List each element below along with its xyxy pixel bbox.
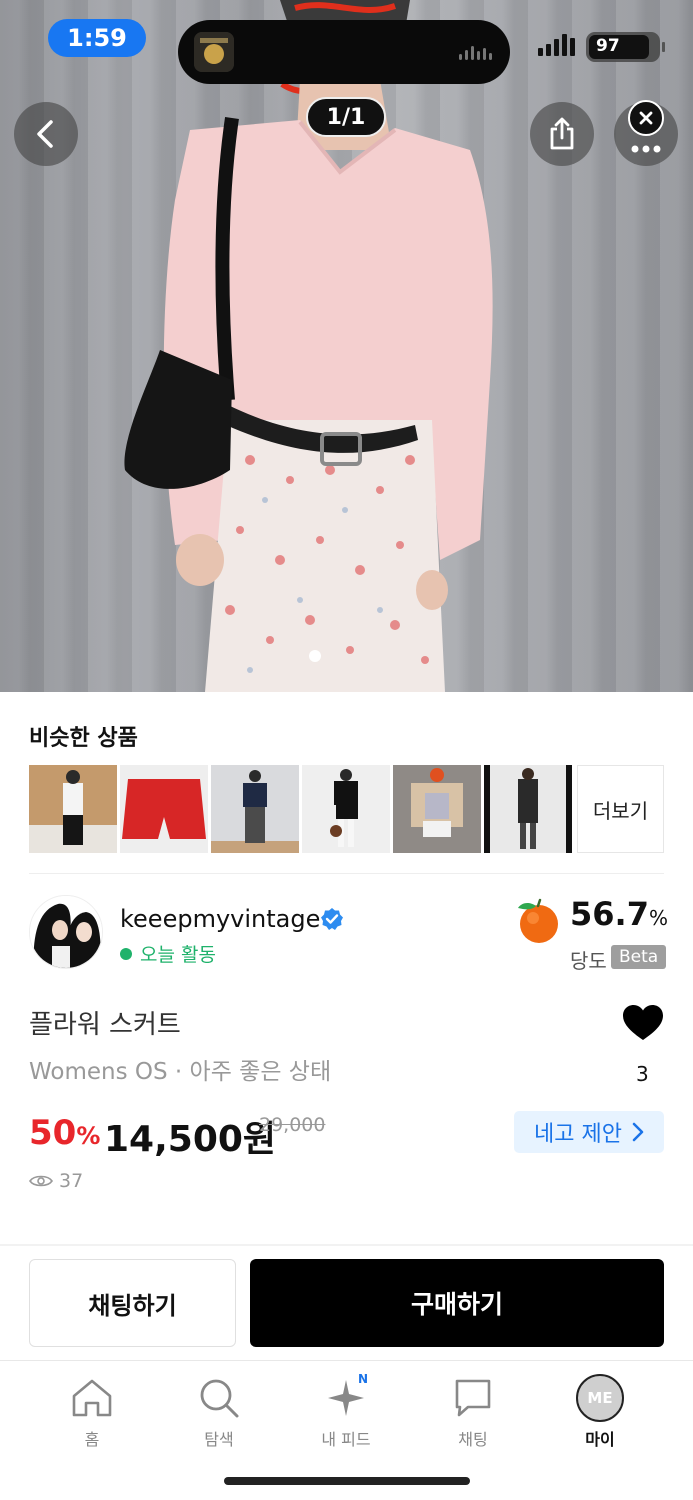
back-button[interactable] (14, 102, 78, 166)
close-icon (639, 111, 653, 125)
seller-rating: 56.7% (570, 895, 668, 933)
chat-icon (455, 1379, 491, 1417)
similar-item-3[interactable] (211, 765, 299, 853)
discount-value: 50 (29, 1113, 77, 1153)
make-offer-button[interactable]: 네고 제안 (514, 1111, 664, 1153)
back-icon (37, 120, 53, 148)
battery-percent: 97 (596, 36, 620, 56)
status-time: 1:59 (48, 19, 146, 57)
seller-activity: 오늘 활동 (120, 940, 216, 967)
seller-name[interactable]: keeepmyvintage (120, 905, 320, 933)
audio-wave-icon (459, 44, 492, 60)
tabbar-divider (0, 1360, 693, 1361)
tab-search-label: 탐색 (204, 1430, 234, 1449)
tab-home[interactable]: 홈 (44, 1374, 140, 1454)
similar-item-5[interactable] (393, 765, 481, 853)
tab-feed[interactable]: N 내 피드 (298, 1372, 394, 1454)
like-button[interactable] (622, 1004, 664, 1042)
home-icon (72, 1379, 112, 1417)
rating-value: 56.7 (570, 895, 649, 933)
dynamic-island (178, 20, 510, 84)
similar-more-button[interactable]: 더보기 (577, 765, 664, 853)
activity-dot-icon (120, 947, 132, 960)
close-button[interactable] (628, 100, 664, 136)
product-meta: Womens OS · 아주 좋은 상태 (29, 1059, 332, 1085)
home-indicator[interactable] (224, 1477, 470, 1485)
verified-icon (321, 908, 343, 930)
similar-item-2[interactable] (120, 765, 208, 853)
product-photo[interactable]: 1:59 97 1/1 (0, 0, 693, 692)
section-divider (29, 873, 664, 874)
rating-unit: % (648, 906, 668, 930)
feed-new-badge: N (358, 1372, 369, 1386)
share-button[interactable] (530, 102, 594, 166)
tab-home-label: 홈 (84, 1430, 100, 1449)
chat-button[interactable]: 채팅하기 (29, 1259, 236, 1347)
similar-items-title: 비슷한 상품 (29, 726, 138, 751)
cellular-signal-icon (538, 34, 575, 56)
tab-my[interactable]: ME 마이 (552, 1374, 648, 1454)
discount-rate: 50% (29, 1113, 100, 1153)
similar-items-list (29, 765, 572, 853)
fruit-icon (518, 898, 558, 943)
tab-chat[interactable]: 채팅 (425, 1374, 521, 1454)
more-icon (631, 145, 661, 153)
similar-item-6[interactable] (484, 765, 572, 853)
like-count: 3 (636, 1062, 649, 1086)
tab-my-label: 마이 (585, 1430, 615, 1449)
offer-label: 네고 제안 (534, 1122, 622, 1147)
tab-feed-label: 내 피드 (321, 1430, 371, 1449)
product-title: 플라워 스커트 (29, 1010, 181, 1040)
heart-icon (623, 1005, 663, 1040)
carousel-indicator-dot (309, 650, 321, 662)
similar-item-4[interactable] (302, 765, 390, 853)
beta-badge: Beta (611, 945, 667, 969)
activity-label: 오늘 활동 (140, 944, 216, 966)
now-playing-artwork (194, 32, 234, 72)
rating-label: 당도 (570, 949, 607, 973)
search-icon (200, 1379, 239, 1418)
buy-button[interactable]: 구매하기 (250, 1259, 664, 1347)
discount-unit: % (76, 1122, 101, 1150)
my-avatar: ME (576, 1374, 624, 1422)
original-price: 29,000 (259, 1114, 326, 1136)
action-bar-divider (0, 1244, 693, 1246)
image-counter: 1/1 (306, 97, 386, 137)
battery-cap (662, 42, 665, 52)
view-count-value: 37 (59, 1170, 84, 1192)
eye-icon (29, 1175, 53, 1187)
seller-avatar[interactable] (29, 895, 103, 969)
battery-indicator: 97 (586, 32, 665, 62)
view-count: 37 (29, 1170, 83, 1192)
tab-chat-label: 채팅 (458, 1430, 488, 1449)
chevron-right-icon (632, 1122, 644, 1142)
similar-item-1[interactable] (29, 765, 117, 853)
share-icon (550, 117, 574, 150)
tab-search[interactable]: 탐색 (171, 1374, 267, 1454)
sale-price: 14,500원 (104, 1119, 277, 1160)
